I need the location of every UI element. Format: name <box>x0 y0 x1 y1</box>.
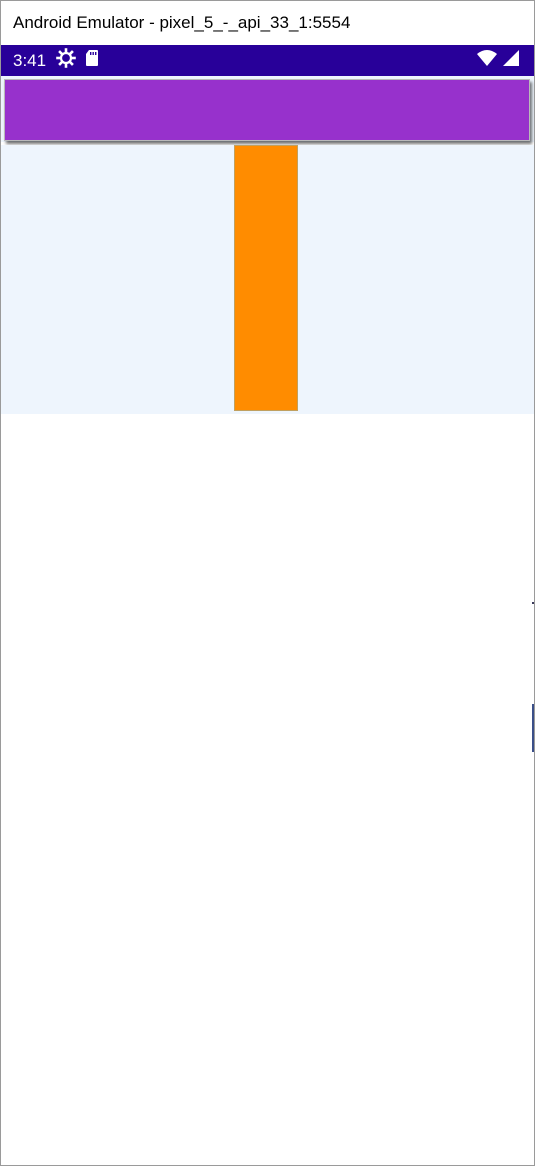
settings-gear-icon <box>56 48 76 73</box>
app-header <box>4 79 530 141</box>
status-time: 3:41 <box>13 50 47 70</box>
window-title: Android Emulator - pixel_5_-_api_33_1:55… <box>13 13 351 32</box>
content-area <box>1 145 534 414</box>
emulator-window: Android Emulator - pixel_5_-_api_33_1:55… <box>0 0 535 1166</box>
android-status-bar: 3:41 <box>1 45 534 76</box>
wifi-icon <box>476 49 498 72</box>
empty-area <box>1 414 534 1165</box>
window-edge-mark <box>532 602 534 604</box>
window-titlebar[interactable]: Android Emulator - pixel_5_-_api_33_1:55… <box>1 0 534 45</box>
cellular-signal-icon <box>502 49 520 72</box>
orange-box <box>234 145 298 411</box>
app-header-area <box>1 76 534 142</box>
sd-card-icon <box>84 48 100 73</box>
window-edge-mark <box>532 704 534 752</box>
